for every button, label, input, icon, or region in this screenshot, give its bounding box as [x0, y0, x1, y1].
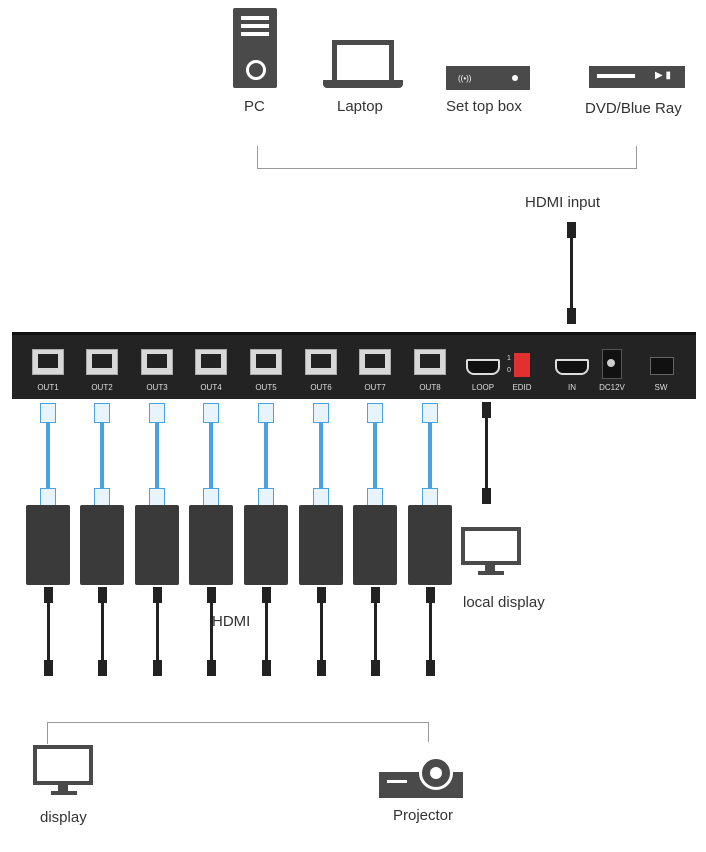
- rj45-connector: [40, 403, 56, 423]
- monitor-icon: [33, 745, 93, 785]
- hdmi-receiver-5: [244, 505, 288, 585]
- rj45-connector: [149, 403, 165, 423]
- hdmi-receiver-8: [408, 505, 452, 585]
- rj45-connector: [367, 403, 383, 423]
- hdmi-input-label: HDMI input: [525, 194, 601, 211]
- source-label-pc: PC: [244, 98, 265, 115]
- cat-cable: [46, 422, 50, 488]
- rj45-connector: [258, 403, 274, 423]
- cat-cable: [209, 422, 213, 488]
- rj45-port-2: [86, 349, 118, 375]
- projector-label: Projector: [393, 807, 454, 824]
- source-label-dvd: DVD/Blue Ray: [585, 100, 682, 117]
- rj45-port-6: [305, 349, 337, 375]
- rj45-connector: [94, 403, 110, 423]
- edid-dip-switch[interactable]: [514, 353, 530, 377]
- rj45-port-5: [250, 349, 282, 375]
- cat-cable: [319, 422, 323, 488]
- rj45-port-1: [32, 349, 64, 375]
- dc-power-jack: [602, 349, 622, 379]
- loop-hdmi-port: [466, 359, 500, 375]
- hdmi-receiver-3: [135, 505, 179, 585]
- hdmi-receiver-2: [80, 505, 124, 585]
- cat-cable: [155, 422, 159, 488]
- source-label-laptop: Laptop: [337, 98, 383, 115]
- hdmi-receiver-4: [189, 505, 233, 585]
- rj45-connector: [313, 403, 329, 423]
- source-label-set-top-box: Set top box: [446, 98, 522, 115]
- cat-cable: [100, 422, 104, 488]
- hdmi-receiver-7: [353, 505, 397, 585]
- hdmi-label: HDMI: [212, 613, 251, 630]
- set-top-box-icon: ((•)): [446, 66, 530, 90]
- in-hdmi-port: [555, 359, 589, 375]
- power-switch[interactable]: [650, 357, 674, 375]
- laptop-icon: [332, 40, 394, 80]
- local-display-label: local display: [463, 594, 545, 611]
- hdmi-extender-hub: OUT1 OUT2 OUT3 OUT4 OUT5 OUT6 OUT7 OUT8 LOOP 1 …: [12, 332, 696, 399]
- cat-cable: [428, 422, 432, 488]
- hdmi-receiver-1: [26, 505, 70, 585]
- rj45-connector: [422, 403, 438, 423]
- rj45-port-3: [141, 349, 173, 375]
- hdmi-receiver-6: [299, 505, 343, 585]
- rj45-port-7: [359, 349, 391, 375]
- display-label: display: [40, 809, 87, 826]
- rj45-port-8: [414, 349, 446, 375]
- pc-tower-icon: [233, 8, 277, 88]
- rj45-connector: [203, 403, 219, 423]
- cat-cable: [373, 422, 377, 488]
- local-monitor-icon: [461, 527, 521, 565]
- dvd-player-icon: ▶ ▮: [589, 66, 685, 88]
- rj45-port-4: [195, 349, 227, 375]
- cat-cable: [264, 422, 268, 488]
